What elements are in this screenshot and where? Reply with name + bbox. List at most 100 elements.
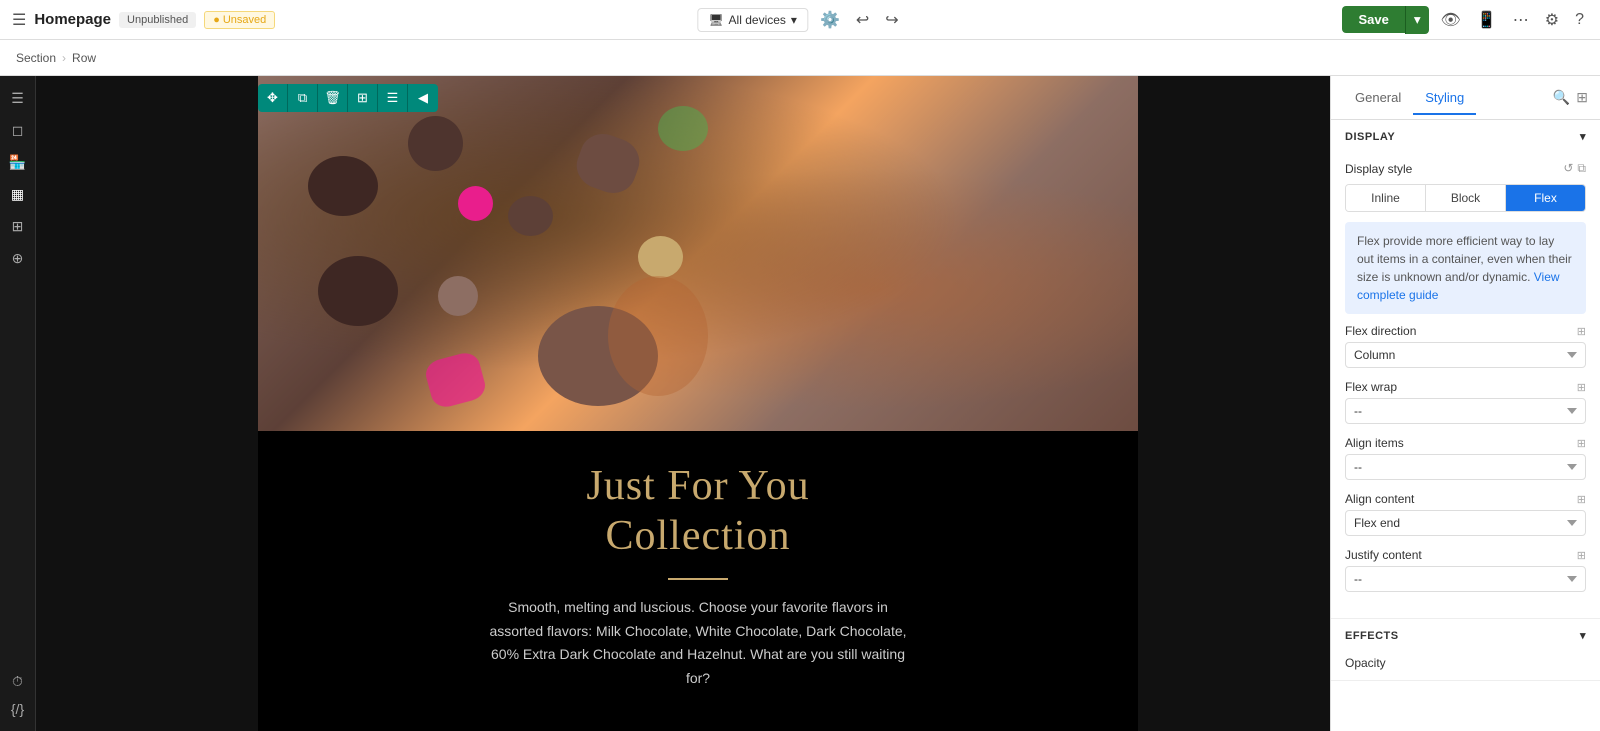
save-btn-group: Save ▾	[1342, 6, 1428, 34]
display-section-header[interactable]: DISPLAY ▾	[1331, 120, 1600, 153]
product-image	[258, 76, 1138, 431]
hamburger-icon[interactable]: ☰	[12, 10, 26, 30]
save-button[interactable]: Save	[1342, 6, 1404, 33]
tab-styling[interactable]: Styling	[1413, 82, 1476, 115]
preview-button[interactable]: 👁	[1437, 6, 1465, 34]
undo-button[interactable]: ↩	[852, 6, 873, 34]
flex-direction-icon[interactable]: ⊞	[1577, 325, 1586, 338]
move-tool-button[interactable]: ✥	[258, 84, 288, 112]
devices-button[interactable]: 🖥 All devices ▾	[697, 8, 808, 32]
badge-unsaved: ● Unsaved	[204, 11, 275, 29]
collection-title-line1: Just For You	[586, 463, 809, 509]
save-section-button[interactable]: ☰	[378, 84, 408, 112]
canvas-area[interactable]: ✥ ⧉ 🗑 ⊞ ☰ ◀	[36, 76, 1330, 731]
top-bar-center: 🖥 All devices ▾ ⚙️ ↩ ↪	[697, 6, 902, 34]
badge-unpublished: Unpublished	[119, 12, 196, 28]
effects-section-header[interactable]: EFFECTS ▾	[1331, 619, 1600, 652]
duplicate-tool-button[interactable]: ⊞	[348, 84, 378, 112]
unsaved-label: Unsaved	[223, 14, 266, 26]
flex-direction-label: Flex direction	[1345, 324, 1416, 338]
collection-title-line2: Collection	[606, 513, 791, 559]
delete-tool-button[interactable]: 🗑	[318, 84, 348, 112]
sidebar-icon-history[interactable]: ⏱	[4, 667, 32, 695]
reset-icon[interactable]: ↺	[1563, 161, 1573, 176]
align-items-header: Align items ⊞	[1345, 436, 1586, 450]
align-content-select[interactable]: -- Flex start Flex end Center	[1345, 510, 1586, 536]
sidebar-icon-menu[interactable]: ☰	[4, 84, 32, 112]
breadcrumb-separator: ›	[62, 51, 66, 65]
align-content-row: Align content ⊞ -- Flex start Flex end C…	[1345, 492, 1586, 536]
top-bar-left: ☰ Homepage Unpublished ● Unsaved	[12, 10, 1332, 30]
copy-style-icon[interactable]: ⧉	[1577, 161, 1586, 176]
display-btn-block[interactable]: Block	[1426, 185, 1506, 211]
left-sidebar: ☰ ◻ 🏪 ▦ ⊞ ⊕ ⏱ {/}	[0, 76, 36, 731]
flex-direction-row: Flex direction ⊞ Row Column Row reverse …	[1345, 324, 1586, 368]
flex-wrap-select[interactable]: -- Wrap Nowrap Wrap-reverse	[1345, 398, 1586, 424]
collapse-tool-button[interactable]: ◀	[408, 84, 438, 112]
flex-wrap-icon[interactable]: ⊞	[1577, 381, 1586, 394]
align-items-icon[interactable]: ⊞	[1577, 437, 1586, 450]
align-content-label: Align content	[1345, 492, 1414, 506]
sidebar-icon-code[interactable]: {/}	[4, 695, 32, 723]
display-header-label: DISPLAY	[1345, 131, 1395, 143]
flex-direction-select[interactable]: Row Column Row reverse Column reverse	[1345, 342, 1586, 368]
flex-wrap-row: Flex wrap ⊞ -- Wrap Nowrap Wrap-reverse	[1345, 380, 1586, 424]
tab-general[interactable]: General	[1343, 82, 1413, 115]
align-items-select[interactable]: -- Flex start Flex end Center	[1345, 454, 1586, 480]
copy-tool-button[interactable]: ⧉	[288, 84, 318, 112]
sidebar-icon-apps[interactable]: ⊞	[4, 212, 32, 240]
flex-wrap-label: Flex wrap	[1345, 380, 1397, 394]
sidebar-icon-grid[interactable]: ▦	[4, 180, 32, 208]
device-frame-button[interactable]: 📱	[1473, 6, 1501, 34]
collection-text: Just For You Collection Smooth, melting …	[258, 431, 1138, 731]
collection-desc: Smooth, melting and luscious. Choose you…	[488, 596, 908, 691]
save-dropdown-button[interactable]: ▾	[1405, 6, 1429, 34]
opacity-row: Opacity	[1331, 652, 1600, 680]
unsaved-dot-icon: ●	[213, 14, 220, 26]
breadcrumb-section[interactable]: Section	[16, 51, 56, 65]
redo-button[interactable]: ↪	[881, 6, 902, 34]
more-options-button[interactable]: ⋯	[1509, 6, 1533, 34]
display-btn-flex[interactable]: Flex	[1506, 185, 1585, 211]
save-dropdown-icon: ▾	[1414, 12, 1421, 28]
opacity-label: Opacity	[1345, 656, 1386, 670]
help-button[interactable]: ?	[1571, 7, 1588, 33]
justify-content-icon[interactable]: ⊞	[1577, 549, 1586, 562]
search-icon[interactable]: 🔍	[1553, 89, 1570, 106]
display-style-label: Display style	[1345, 162, 1412, 176]
element-toolbar: ✥ ⧉ 🗑 ⊞ ☰ ◀	[258, 84, 438, 112]
breadcrumb-row[interactable]: Row	[72, 51, 96, 65]
sidebar-bottom: ⏱ {/}	[4, 667, 32, 723]
canvas-content: Just For You Collection Smooth, melting …	[258, 76, 1138, 731]
monitor-icon: 🖥	[708, 13, 723, 27]
sidebar-icon-add[interactable]: ⊕	[4, 244, 32, 272]
flex-direction-header: Flex direction ⊞	[1345, 324, 1586, 338]
page-title: Homepage	[34, 11, 111, 28]
align-content-header: Align content ⊞	[1345, 492, 1586, 506]
main-layout: ☰ ◻ 🏪 ▦ ⊞ ⊕ ⏱ {/} ✥ ⧉ 🗑 ⊞ ☰ ◀	[0, 76, 1600, 731]
align-items-row: Align items ⊞ -- Flex start Flex end Cen…	[1345, 436, 1586, 480]
display-style-buttons: Inline Block Flex	[1345, 184, 1586, 212]
settings-panel-icon[interactable]: ⚙️	[816, 6, 844, 34]
align-content-icon[interactable]: ⊞	[1577, 493, 1586, 506]
sidebar-icon-store[interactable]: 🏪	[4, 148, 32, 176]
app-settings-button[interactable]: ⚙	[1541, 6, 1563, 34]
devices-label: All devices	[729, 13, 786, 27]
breadcrumb-bar: Section › Row	[0, 40, 1600, 76]
flex-wrap-header: Flex wrap ⊞	[1345, 380, 1586, 394]
sidebar-icon-layers[interactable]: ◻	[4, 116, 32, 144]
justify-content-row: Justify content ⊞ -- Flex start Flex end…	[1345, 548, 1586, 592]
columns-icon[interactable]: ⊞	[1576, 89, 1588, 106]
devices-chevron-icon: ▾	[791, 13, 797, 27]
right-panel-tabs: General Styling 🔍 ⊞	[1331, 76, 1600, 120]
choc-items	[258, 76, 1138, 431]
justify-content-label: Justify content	[1345, 548, 1422, 562]
right-panel: General Styling 🔍 ⊞ DISPLAY ▾ Display st…	[1330, 76, 1600, 731]
display-section: DISPLAY ▾ Display style ↺ ⧉ Inline Block…	[1331, 120, 1600, 619]
collection-title: Just For You Collection	[586, 461, 809, 562]
effects-section: EFFECTS ▾ Opacity	[1331, 619, 1600, 681]
display-section-body: Display style ↺ ⧉ Inline Block Flex Flex…	[1331, 153, 1600, 618]
display-style-row: Display style ↺ ⧉	[1345, 161, 1586, 176]
display-btn-inline[interactable]: Inline	[1346, 185, 1426, 211]
justify-content-select[interactable]: -- Flex start Flex end Center	[1345, 566, 1586, 592]
